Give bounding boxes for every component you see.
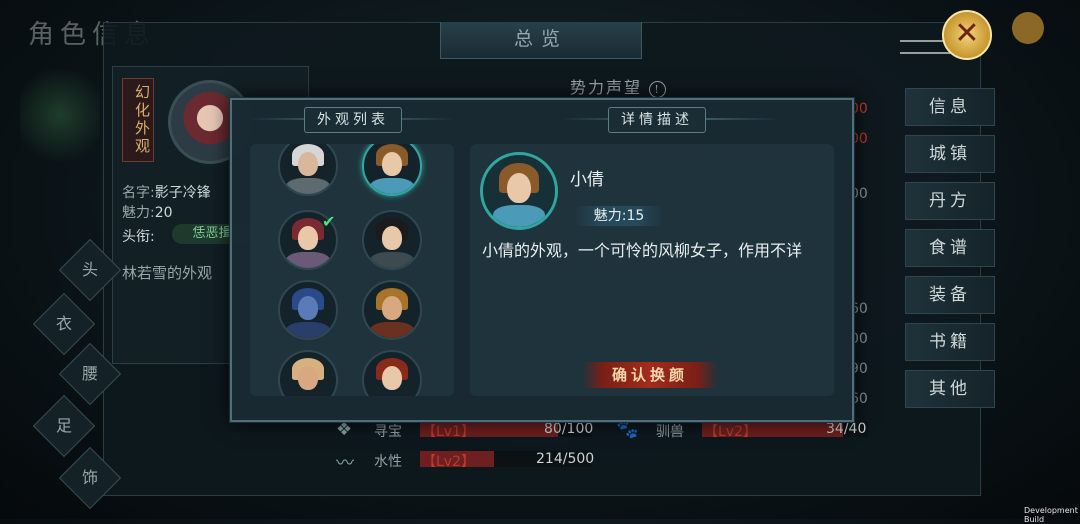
- dev-build-label: Development Build: [1024, 506, 1078, 524]
- reputation-label: 势力声望 !: [570, 74, 667, 98]
- treasure-icon: ❖: [336, 419, 353, 440]
- avatar-general[interactable]: [362, 280, 422, 340]
- stat-value-taming: 34/40: [826, 421, 867, 437]
- avatar-maiden[interactable]: [362, 350, 422, 396]
- emblem-icon: [1012, 12, 1044, 44]
- charm-line: 魅力:20: [122, 202, 173, 222]
- background-glow: [20, 60, 100, 170]
- name-label: 名字:: [122, 185, 155, 201]
- overview-header: 总览: [440, 22, 642, 59]
- paw-icon: 🐾: [616, 419, 639, 440]
- detail-charm: 魅力:15: [575, 206, 663, 226]
- stat-value-treasure: 80/100: [544, 421, 594, 437]
- tab-cookbook[interactable]: 食谱: [905, 229, 995, 267]
- stat-name-treasure: 寻宝: [374, 424, 402, 440]
- water-icon: 〰: [336, 453, 354, 474]
- tab-books[interactable]: 书籍: [905, 323, 995, 361]
- confirm-change-button[interactable]: 确认换颜: [582, 362, 718, 388]
- detail-avatar: [480, 152, 558, 230]
- avatar-elder[interactable]: [278, 144, 338, 196]
- tab-equipment[interactable]: 装备: [905, 276, 995, 314]
- stat-level-treasure: 【Lv1】: [422, 424, 475, 440]
- tab-recipes[interactable]: 丹方: [905, 182, 995, 220]
- detail-title: 详情描述: [608, 107, 706, 133]
- stat-value-water: 214/500: [536, 451, 595, 467]
- detail-name: 小倩: [570, 170, 604, 190]
- charm-value: 20: [154, 205, 173, 221]
- tab-other[interactable]: 其他: [905, 370, 995, 408]
- detail-description: 小倩的外观，一个可怜的风柳女子，作用不详: [482, 241, 803, 260]
- stat-level-taming: 【Lv2】: [704, 424, 757, 440]
- stat-level-water: 【Lv2】: [422, 454, 475, 470]
- avatar-scholar[interactable]: [362, 210, 422, 270]
- avatar-xiaoqian[interactable]: [362, 144, 422, 196]
- name-line: 名字:影子冷锋: [122, 182, 211, 202]
- title-label: 头衔:: [122, 229, 155, 245]
- appearance-list[interactable]: [250, 144, 454, 396]
- tab-town[interactable]: 城镇: [905, 135, 995, 173]
- close-button[interactable]: ✕: [942, 10, 992, 60]
- charm-label: 魅力:: [122, 205, 155, 221]
- stat-name-taming: 驯兽: [656, 424, 684, 440]
- equip-slot-feet[interactable]: 足: [32, 394, 96, 458]
- stat-name-water: 水性: [374, 454, 402, 470]
- tab-info[interactable]: 信息: [905, 88, 995, 126]
- avatar-monk[interactable]: [278, 350, 338, 396]
- info-icon[interactable]: !: [649, 81, 667, 98]
- appearance-tag[interactable]: 幻化外观: [122, 78, 154, 162]
- avatar-demon[interactable]: [278, 280, 338, 340]
- name-value: 影子冷锋: [154, 185, 211, 201]
- appearance-text: 林若雪的外观: [122, 264, 213, 282]
- checkmark-icon: ✔: [322, 212, 336, 231]
- appearance-list-title: 外观列表: [304, 107, 402, 133]
